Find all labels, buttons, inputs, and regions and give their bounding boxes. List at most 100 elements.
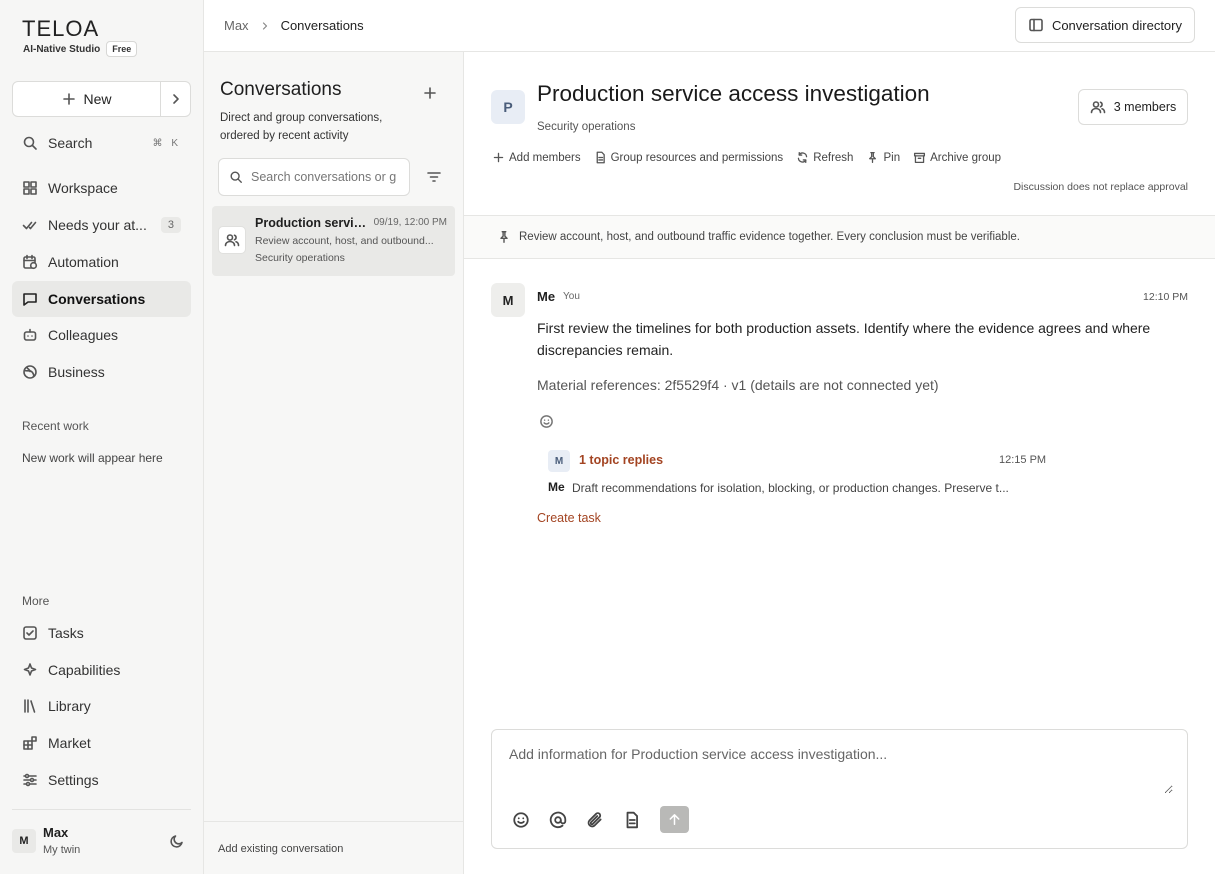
user-profile[interactable]: M Max My twin bbox=[12, 809, 191, 871]
sidebar-item-colleagues[interactable]: Colleagues bbox=[12, 317, 191, 353]
conversation-preview: Review account, host, and outbound... bbox=[255, 235, 434, 247]
add-members-button[interactable]: Add members bbox=[492, 151, 581, 164]
users-icon bbox=[1090, 101, 1106, 114]
document-icon[interactable] bbox=[623, 811, 641, 829]
group-resources-button[interactable]: Group resources and permissions bbox=[594, 151, 784, 164]
avatar: M bbox=[12, 828, 36, 853]
sidebar-item-tasks[interactable]: Tasks bbox=[12, 615, 191, 651]
paperclip-icon[interactable] bbox=[586, 811, 604, 829]
app-subtitle: AI-Native Studio bbox=[23, 43, 101, 55]
globe-icon bbox=[23, 365, 37, 379]
message-input[interactable] bbox=[509, 746, 1173, 794]
panel-title: Conversations bbox=[220, 79, 342, 100]
conversation-group: Security operations bbox=[255, 252, 345, 264]
sidebar-item-label: Capabilities bbox=[48, 662, 121, 678]
message-author: Me bbox=[537, 289, 556, 304]
plan-badge: Free bbox=[106, 41, 138, 57]
list-item[interactable]: Production servic... 09/19, 12:00 PM Rev… bbox=[212, 206, 455, 276]
sidebar-item-label: Search bbox=[48, 135, 93, 151]
plus-icon bbox=[63, 93, 76, 105]
new-button[interactable]: New bbox=[13, 82, 161, 116]
chevron-right-icon bbox=[262, 21, 267, 30]
user-name-block: Max My twin bbox=[43, 825, 80, 856]
search-icon bbox=[230, 171, 242, 183]
thread-timestamp: 12:15 PM bbox=[999, 454, 1047, 466]
sparkles-icon bbox=[23, 663, 37, 676]
group-subtitle: Security operations bbox=[537, 121, 636, 133]
sidebar-item-label: Market bbox=[48, 735, 91, 751]
pin-icon bbox=[500, 231, 508, 243]
add-existing-conversation[interactable]: Add existing conversation bbox=[204, 821, 463, 874]
chevron-right-icon bbox=[172, 94, 179, 104]
pinned-message-bar: Review account, host, and outbound traff… bbox=[464, 215, 1215, 259]
blocks-icon bbox=[23, 736, 37, 750]
bot-icon bbox=[23, 328, 37, 341]
sidebar-item-search[interactable]: Search ⌘ K bbox=[12, 125, 191, 161]
breadcrumb: Max Conversations bbox=[224, 18, 364, 33]
document-icon bbox=[596, 151, 605, 164]
double-check-icon bbox=[22, 221, 37, 230]
group-icon bbox=[218, 226, 246, 254]
pin-button[interactable]: Pin bbox=[866, 151, 900, 164]
add-members-label: Add members bbox=[509, 151, 581, 164]
sidebar-item-automation[interactable]: Automation bbox=[12, 244, 191, 280]
app-logo: TELOA bbox=[22, 16, 100, 41]
library-icon bbox=[24, 699, 36, 713]
grid-icon bbox=[23, 181, 37, 195]
sidebar-item-label: Business bbox=[48, 364, 105, 380]
users-icon bbox=[224, 234, 240, 247]
user-subtitle: My twin bbox=[43, 844, 81, 856]
conversation-title: Production servic... bbox=[255, 216, 370, 230]
conversation-search bbox=[218, 158, 410, 196]
add-reaction-icon[interactable] bbox=[539, 414, 554, 429]
sidebar-item-workspace[interactable]: Workspace bbox=[12, 170, 191, 206]
message-timestamp: 12:10 PM bbox=[1143, 291, 1188, 303]
arrow-up-icon bbox=[669, 814, 680, 825]
sidebar-item-label: Library bbox=[48, 698, 91, 714]
conversation-directory-label: Conversation directory bbox=[1051, 17, 1182, 33]
sidebar-item-capabilities[interactable]: Capabilities bbox=[12, 652, 191, 688]
new-button-label: New bbox=[83, 91, 112, 107]
group-resources-label: Group resources and permissions bbox=[610, 151, 784, 164]
sidebar-item-library[interactable]: Library bbox=[12, 688, 191, 724]
sidebar-item-label: Tasks bbox=[48, 625, 84, 641]
conversation-directory-button[interactable]: Conversation directory bbox=[1014, 7, 1195, 43]
pin-icon bbox=[869, 151, 877, 164]
sidebar: TELOA AI-Native Studio Free New Search ⌘… bbox=[0, 0, 204, 874]
mention-icon[interactable] bbox=[549, 811, 567, 829]
members-button[interactable]: 3 members bbox=[1078, 89, 1188, 125]
sidebar-item-business[interactable]: Business bbox=[12, 354, 191, 390]
new-expand-button[interactable] bbox=[161, 82, 190, 116]
archive-group-button[interactable]: Archive group bbox=[913, 151, 1001, 164]
pinned-text: Review account, host, and outbound traff… bbox=[519, 231, 1020, 243]
archive-icon bbox=[914, 152, 926, 164]
sidebar-item-needs-attention[interactable]: Needs your at... 3 bbox=[12, 207, 191, 243]
create-task-link[interactable]: Create task bbox=[537, 511, 601, 525]
conversation-main: P Production service access investigatio… bbox=[464, 52, 1215, 874]
breadcrumb-root[interactable]: Max bbox=[224, 18, 249, 33]
user-name: Max bbox=[43, 825, 69, 840]
refresh-button[interactable]: Refresh bbox=[796, 151, 853, 164]
sidebar-item-label: Automation bbox=[48, 254, 119, 270]
sidebar-item-conversations[interactable]: Conversations bbox=[12, 281, 191, 317]
group-avatar: P bbox=[491, 90, 525, 124]
sidebar-item-settings[interactable]: Settings bbox=[12, 762, 191, 798]
thread-preview: Draft recommendations for isolation, blo… bbox=[572, 481, 1009, 495]
message-composer bbox=[491, 729, 1188, 849]
calendar-clock-icon bbox=[23, 254, 38, 270]
search-input[interactable] bbox=[251, 170, 401, 184]
top-bar: Max Conversations Conversation directory bbox=[204, 0, 1215, 52]
moon-icon[interactable] bbox=[169, 833, 185, 849]
sidebar-item-market[interactable]: Market bbox=[12, 725, 191, 761]
conversation-date: 09/19, 12:00 PM bbox=[373, 217, 447, 228]
archive-group-label: Archive group bbox=[930, 151, 1002, 164]
thread-replies-link[interactable]: 1 topic replies bbox=[579, 453, 663, 467]
panel-left-icon bbox=[1029, 18, 1043, 32]
send-button[interactable] bbox=[660, 806, 689, 833]
add-conversation-icon[interactable] bbox=[422, 85, 438, 101]
emoji-icon[interactable] bbox=[512, 811, 530, 829]
more-heading: More bbox=[22, 594, 50, 608]
filter-icon[interactable] bbox=[426, 169, 442, 185]
attention-count-badge: 3 bbox=[160, 217, 181, 233]
thread-author: Me bbox=[548, 480, 565, 494]
